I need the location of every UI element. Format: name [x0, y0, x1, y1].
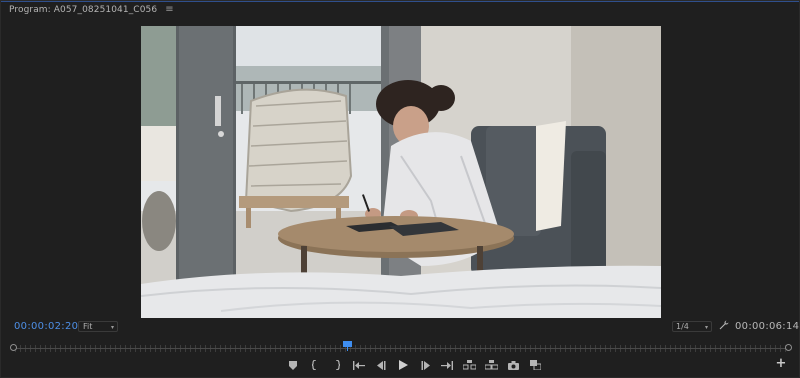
- chevron-down-icon: ▾: [110, 324, 114, 331]
- lift-icon: [462, 360, 476, 370]
- mark-out-button[interactable]: [326, 358, 348, 372]
- program-monitor-panel: Program: A057_08251041_C056 ≡ 00:00:02:2…: [0, 0, 800, 378]
- go-to-out-button[interactable]: [436, 358, 458, 372]
- zoom-level-value: Fit: [83, 322, 93, 331]
- hamburger-icon[interactable]: ≡: [165, 5, 173, 15]
- zoom-handle-left[interactable]: [10, 344, 17, 351]
- transport-controls: [282, 358, 546, 372]
- duration-timecode: 00:00:06:14: [735, 321, 800, 332]
- extract-button[interactable]: [480, 358, 502, 372]
- video-frame-image: [141, 26, 661, 318]
- comparison-icon: [529, 360, 541, 370]
- playhead-stem: [347, 347, 348, 351]
- panel-title[interactable]: Program: A057_08251041_C056: [9, 5, 157, 15]
- zoom-level-select[interactable]: Fit ▾: [78, 321, 118, 332]
- play-button[interactable]: [392, 358, 414, 372]
- marker-icon: [289, 360, 297, 370]
- play-icon: [398, 360, 408, 370]
- export-frame-button[interactable]: [502, 358, 524, 372]
- program-video-frame[interactable]: [141, 26, 661, 318]
- time-ruler[interactable]: [10, 341, 792, 355]
- lift-button[interactable]: [458, 358, 480, 372]
- step-forward-button[interactable]: [414, 358, 436, 372]
- extract-icon: [484, 360, 498, 370]
- camera-icon: [507, 360, 519, 370]
- step-back-icon: [376, 360, 385, 370]
- mark-out-icon: [335, 360, 340, 370]
- playhead-timecode[interactable]: 00:00:02:20: [14, 321, 78, 332]
- mark-in-icon: [312, 360, 317, 370]
- playback-resolution-value: 1/4: [676, 322, 689, 331]
- step-back-button[interactable]: [370, 358, 392, 372]
- ruler-track: [15, 348, 787, 349]
- add-marker-button[interactable]: [282, 358, 304, 372]
- panel-header: Program: A057_08251041_C056 ≡: [1, 1, 799, 19]
- mark-in-button[interactable]: [304, 358, 326, 372]
- playback-resolution-select[interactable]: 1/4 ▾: [672, 321, 712, 332]
- plus-icon[interactable]: +: [775, 357, 787, 370]
- zoom-handle-right[interactable]: [785, 344, 792, 351]
- wrench-icon[interactable]: [719, 320, 729, 330]
- step-forward-icon: [421, 360, 430, 370]
- go-to-in-button[interactable]: [348, 358, 370, 372]
- go-to-in-icon: [353, 360, 365, 370]
- chevron-down-icon: ▾: [704, 324, 708, 331]
- comparison-view-button[interactable]: [524, 358, 546, 372]
- playhead[interactable]: [343, 341, 352, 351]
- go-to-out-icon: [441, 360, 453, 370]
